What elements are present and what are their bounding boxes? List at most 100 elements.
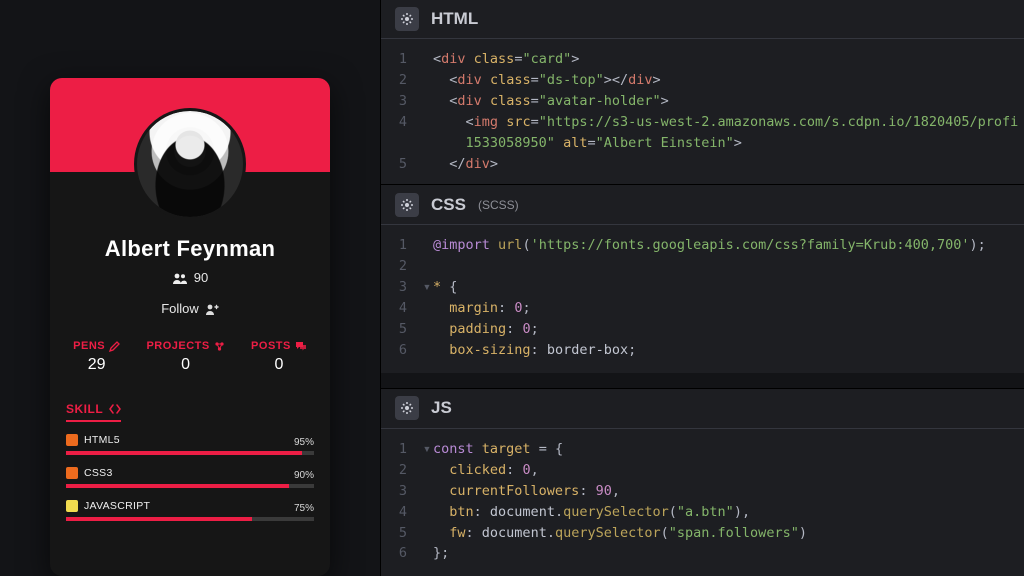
- stat-pens: PENS 29: [73, 340, 120, 374]
- code-line[interactable]: 4 btn: document.querySelector("a.btn"),: [381, 502, 1024, 523]
- editor-js-title: JS: [431, 398, 452, 418]
- code-content[interactable]: * {: [433, 277, 1024, 298]
- code-line[interactable]: 3 currentFollowers: 90,: [381, 481, 1024, 502]
- line-number: 2: [381, 460, 421, 481]
- profile-name: Albert Feynman: [50, 236, 330, 262]
- skill-js-fill: [66, 517, 252, 521]
- skill-css3-pct: 90%: [294, 470, 314, 481]
- fold-gutter[interactable]: [421, 112, 433, 133]
- stat-projects: PROJECTS 0: [146, 340, 224, 374]
- fold-gutter[interactable]: [421, 133, 433, 154]
- fold-gutter[interactable]: [421, 91, 433, 112]
- code-content[interactable]: padding: 0;: [433, 319, 1024, 340]
- code-line[interactable]: 4 margin: 0;: [381, 298, 1024, 319]
- code-line[interactable]: 6 box-sizing: border-box;: [381, 340, 1024, 361]
- line-number: 1: [381, 235, 421, 256]
- code-line[interactable]: 1 <div class="card">: [381, 49, 1024, 70]
- code-content[interactable]: fw: document.querySelector("span.followe…: [433, 523, 1024, 544]
- user-plus-icon: [205, 303, 219, 315]
- fold-gutter[interactable]: [421, 523, 433, 544]
- line-number: 4: [381, 112, 421, 133]
- code-content[interactable]: margin: 0;: [433, 298, 1024, 319]
- code-content[interactable]: <div class="avatar-holder">: [433, 91, 1024, 112]
- fold-gutter[interactable]: [421, 481, 433, 502]
- code-line[interactable]: 4 <img src="https://s3-us-west-2.amazona…: [381, 112, 1024, 133]
- code-content[interactable]: };: [433, 543, 1024, 564]
- editor-html-body[interactable]: 1 <div class="card">2 <div class="ds-top…: [381, 39, 1024, 184]
- code-line[interactable]: 1533058950" alt="Albert Einstein">: [381, 133, 1024, 154]
- stat-projects-value: 0: [146, 356, 224, 374]
- fold-gutter[interactable]: ▾: [421, 277, 433, 298]
- code-content[interactable]: clicked: 0,: [433, 460, 1024, 481]
- settings-button-html[interactable]: [395, 7, 419, 31]
- line-number: 4: [381, 298, 421, 319]
- fold-gutter[interactable]: [421, 340, 433, 361]
- code-content[interactable]: 1533058950" alt="Albert Einstein">: [433, 133, 1024, 154]
- line-number: 6: [381, 340, 421, 361]
- code-content[interactable]: const target = {: [433, 439, 1024, 460]
- code-content[interactable]: box-sizing: border-box;: [433, 340, 1024, 361]
- code-content[interactable]: @import url('https://fonts.googleapis.co…: [433, 235, 1024, 256]
- editor-html-header: HTML: [381, 0, 1024, 39]
- skill-html5-bar: 95%: [66, 451, 314, 455]
- skill-js-pct: 75%: [294, 503, 314, 514]
- followers-row: 90: [50, 270, 330, 285]
- code-line[interactable]: 1▾const target = {: [381, 439, 1024, 460]
- fold-gutter[interactable]: [421, 502, 433, 523]
- skill-section: SKILL HTML5 95% CSS3 90%: [50, 400, 330, 521]
- code-line[interactable]: 1 @import url('https://fonts.googleapis.…: [381, 235, 1024, 256]
- line-number: 5: [381, 154, 421, 175]
- fold-gutter[interactable]: [421, 49, 433, 70]
- follow-label: Follow: [161, 301, 199, 316]
- code-line[interactable]: 6 };: [381, 543, 1024, 564]
- css3-icon: [66, 467, 78, 479]
- fold-gutter[interactable]: [421, 235, 433, 256]
- stats-row: PENS 29 PROJECTS 0 POSTS: [50, 340, 330, 374]
- fold-gutter[interactable]: [421, 460, 433, 481]
- code-line[interactable]: 5 fw: document.querySelector("span.follo…: [381, 523, 1024, 544]
- fold-gutter[interactable]: [421, 256, 433, 277]
- code-content[interactable]: <img src="https://s3-us-west-2.amazonaws…: [433, 112, 1024, 133]
- line-number: 1: [381, 439, 421, 460]
- stat-projects-label: PROJECTS: [146, 340, 209, 352]
- code-line[interactable]: 2 clicked: 0,: [381, 460, 1024, 481]
- code-line[interactable]: 5 </div>: [381, 154, 1024, 175]
- code-content[interactable]: </div>: [433, 154, 1024, 175]
- editor-css-title: CSS: [431, 195, 466, 215]
- fold-gutter[interactable]: ▾: [421, 439, 433, 460]
- fold-gutter[interactable]: [421, 543, 433, 564]
- editor-js-body[interactable]: 1▾const target = {2 clicked: 0,3 current…: [381, 429, 1024, 576]
- editor-css: CSS (SCSS) 1 @import url('https://fonts.…: [381, 184, 1024, 388]
- editor-css-header: CSS (SCSS): [381, 185, 1024, 225]
- code-content[interactable]: <div class="ds-top"></div>: [433, 70, 1024, 91]
- code-content[interactable]: currentFollowers: 90,: [433, 481, 1024, 502]
- code-line[interactable]: 3▾* {: [381, 277, 1024, 298]
- html5-icon: [66, 434, 78, 446]
- settings-button-css[interactable]: [395, 193, 419, 217]
- line-number: 5: [381, 523, 421, 544]
- code-content[interactable]: btn: document.querySelector("a.btn"),: [433, 502, 1024, 523]
- code-line[interactable]: 2: [381, 256, 1024, 277]
- follow-button[interactable]: Follow: [161, 301, 219, 316]
- code-content[interactable]: <div class="card">: [433, 49, 1024, 70]
- fold-gutter[interactable]: [421, 298, 433, 319]
- project-icon: [214, 341, 225, 352]
- code-line[interactable]: 5 padding: 0;: [381, 319, 1024, 340]
- stat-posts-label: POSTS: [251, 340, 291, 352]
- followers-count: 90: [194, 270, 208, 285]
- js-icon: [66, 500, 78, 512]
- fold-gutter[interactable]: [421, 70, 433, 91]
- editor-js: JS 1▾const target = {2 clicked: 0,3 curr…: [381, 388, 1024, 576]
- fold-gutter[interactable]: [421, 319, 433, 340]
- line-number: 3: [381, 481, 421, 502]
- code-line[interactable]: 3 <div class="avatar-holder">: [381, 91, 1024, 112]
- avatar: [134, 108, 246, 220]
- line-number: 4: [381, 502, 421, 523]
- settings-button-js[interactable]: [395, 396, 419, 420]
- line-number: 5: [381, 319, 421, 340]
- code-line[interactable]: 2 <div class="ds-top"></div>: [381, 70, 1024, 91]
- code-content[interactable]: [433, 256, 1024, 277]
- editor-css-body[interactable]: 1 @import url('https://fonts.googleapis.…: [381, 225, 1024, 373]
- line-number: 3: [381, 277, 421, 298]
- fold-gutter[interactable]: [421, 154, 433, 175]
